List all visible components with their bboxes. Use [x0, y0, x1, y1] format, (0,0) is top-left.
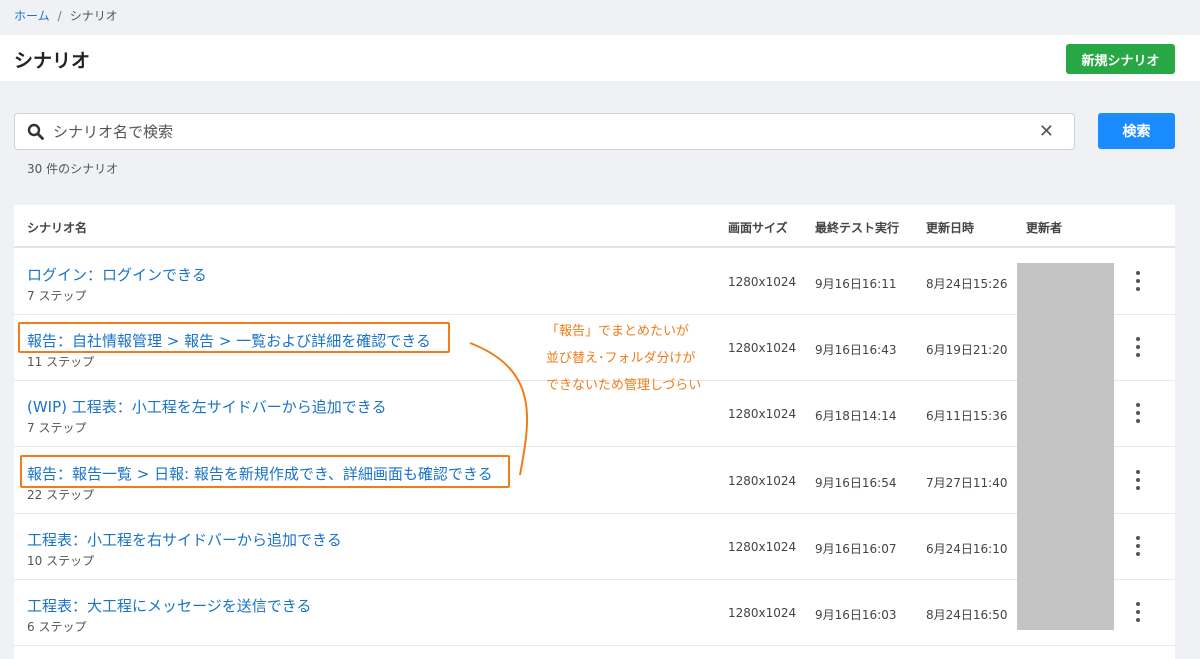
annotation-note: 「報告」でまとめたいが 並び替え･フォルダ分けが できないため管理しづらい	[546, 318, 746, 399]
annotation-line: 「報告」でまとめたいが	[546, 324, 690, 339]
annotation-line: 並び替え･フォルダ分けが	[546, 351, 696, 366]
annotation-line: できないため管理しづらい	[546, 378, 702, 393]
